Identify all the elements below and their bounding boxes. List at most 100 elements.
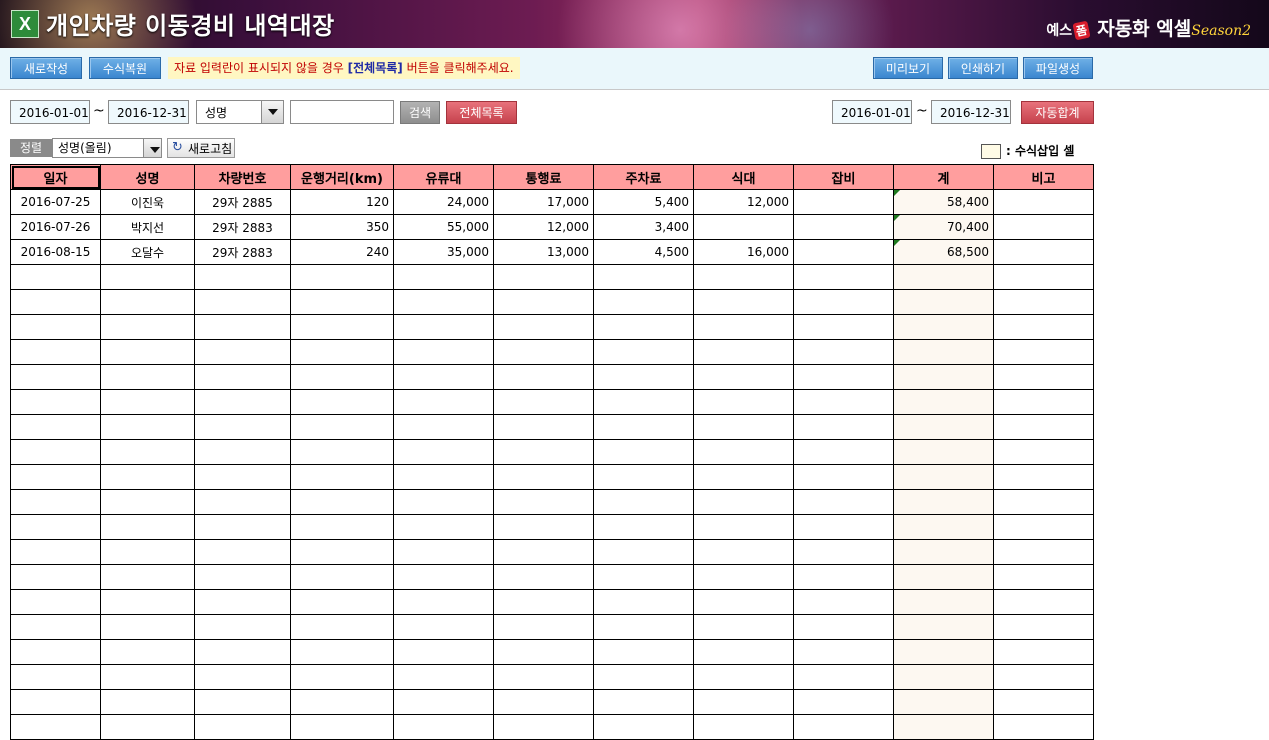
table-cell[interactable] <box>693 614 794 640</box>
table-cell[interactable] <box>393 339 494 365</box>
table-cell[interactable]: 240 <box>290 239 394 265</box>
table-cell[interactable] <box>290 364 394 390</box>
table-cell[interactable] <box>194 564 291 590</box>
table-cell[interactable] <box>993 614 1094 640</box>
table-cell[interactable] <box>693 364 794 390</box>
file-create-button[interactable]: 파일생성 <box>1023 57 1093 79</box>
table-cell[interactable] <box>993 464 1094 490</box>
table-cell[interactable]: 29자 2883 <box>194 214 291 240</box>
table-cell[interactable] <box>993 364 1094 390</box>
table-cell[interactable] <box>493 389 594 415</box>
table-cell[interactable] <box>290 289 394 315</box>
table-cell[interactable] <box>194 339 291 365</box>
table-cell[interactable] <box>593 314 694 340</box>
table-cell[interactable] <box>393 714 494 740</box>
table-cell[interactable] <box>693 564 794 590</box>
table-cell[interactable] <box>893 289 994 315</box>
preview-button[interactable]: 미리보기 <box>873 57 943 79</box>
table-cell[interactable] <box>893 589 994 615</box>
table-cell[interactable] <box>993 214 1094 240</box>
table-cell[interactable] <box>10 589 101 615</box>
table-cell[interactable]: 오달수 <box>100 239 195 265</box>
table-cell[interactable]: 29자 2885 <box>194 189 291 215</box>
table-cell[interactable] <box>100 664 195 690</box>
table-cell[interactable] <box>593 414 694 440</box>
table-cell[interactable] <box>100 539 195 565</box>
table-cell[interactable] <box>100 339 195 365</box>
table-cell[interactable]: 24,000 <box>393 189 494 215</box>
table-cell[interactable] <box>993 589 1094 615</box>
table-cell[interactable] <box>10 539 101 565</box>
table-cell[interactable] <box>10 614 101 640</box>
table-cell[interactable] <box>493 289 594 315</box>
table-cell[interactable] <box>693 714 794 740</box>
table-cell[interactable] <box>10 389 101 415</box>
table-cell[interactable] <box>393 289 494 315</box>
table-cell[interactable] <box>893 414 994 440</box>
table-cell[interactable] <box>893 664 994 690</box>
table-cell[interactable] <box>493 514 594 540</box>
table-cell[interactable] <box>100 489 195 515</box>
table-cell[interactable] <box>100 464 195 490</box>
table-cell[interactable] <box>993 239 1094 265</box>
table-cell[interactable] <box>290 714 394 740</box>
table-cell[interactable] <box>290 389 394 415</box>
table-cell[interactable] <box>194 614 291 640</box>
table-cell[interactable] <box>100 614 195 640</box>
table-cell[interactable] <box>493 439 594 465</box>
table-cell[interactable] <box>393 614 494 640</box>
table-cell[interactable]: 350 <box>290 214 394 240</box>
col-header-name[interactable]: 성명 <box>100 164 195 190</box>
table-cell[interactable] <box>693 664 794 690</box>
table-cell[interactable] <box>493 689 594 715</box>
table-cell[interactable] <box>100 689 195 715</box>
table-cell[interactable] <box>493 614 594 640</box>
table-cell[interactable] <box>10 414 101 440</box>
table-cell[interactable] <box>893 714 994 740</box>
table-cell[interactable] <box>393 489 494 515</box>
table-cell[interactable] <box>593 639 694 665</box>
table-cell[interactable]: 55,000 <box>393 214 494 240</box>
date-from-field[interactable]: 2016-01-01 <box>10 100 90 124</box>
search-field-select[interactable]: 성명 <box>196 100 284 124</box>
table-cell[interactable] <box>194 514 291 540</box>
table-cell[interactable] <box>100 439 195 465</box>
table-cell[interactable] <box>290 639 394 665</box>
table-cell[interactable] <box>100 389 195 415</box>
table-cell[interactable] <box>194 289 291 315</box>
table-cell[interactable] <box>893 614 994 640</box>
table-cell[interactable] <box>993 539 1094 565</box>
table-cell[interactable] <box>793 639 894 665</box>
table-cell[interactable] <box>10 689 101 715</box>
table-cell[interactable] <box>100 364 195 390</box>
table-cell[interactable] <box>290 564 394 590</box>
table-cell[interactable]: 16,000 <box>693 239 794 265</box>
table-cell[interactable] <box>393 464 494 490</box>
table-cell[interactable] <box>100 414 195 440</box>
table-cell[interactable] <box>10 714 101 740</box>
table-cell[interactable] <box>194 464 291 490</box>
table-cell[interactable] <box>793 664 894 690</box>
col-header-toll[interactable]: 통행료 <box>493 164 594 190</box>
table-cell[interactable] <box>593 714 694 740</box>
table-cell[interactable] <box>793 289 894 315</box>
table-cell[interactable]: 12,000 <box>493 214 594 240</box>
date-to-field[interactable]: 2016-12-31 <box>108 100 189 124</box>
table-cell[interactable] <box>993 314 1094 340</box>
table-cell[interactable] <box>393 689 494 715</box>
table-cell[interactable] <box>593 614 694 640</box>
table-cell[interactable] <box>290 614 394 640</box>
chevron-down-icon[interactable] <box>261 101 283 123</box>
table-cell[interactable] <box>993 414 1094 440</box>
table-cell[interactable] <box>393 639 494 665</box>
new-button[interactable]: 새로작성 <box>10 57 82 79</box>
col-header-parking[interactable]: 주차료 <box>593 164 694 190</box>
table-cell[interactable] <box>290 514 394 540</box>
table-cell[interactable] <box>893 489 994 515</box>
table-cell[interactable] <box>793 514 894 540</box>
table-cell[interactable] <box>493 714 594 740</box>
table-cell[interactable] <box>593 439 694 465</box>
table-cell[interactable] <box>993 289 1094 315</box>
table-cell[interactable] <box>693 539 794 565</box>
table-cell[interactable] <box>793 714 894 740</box>
